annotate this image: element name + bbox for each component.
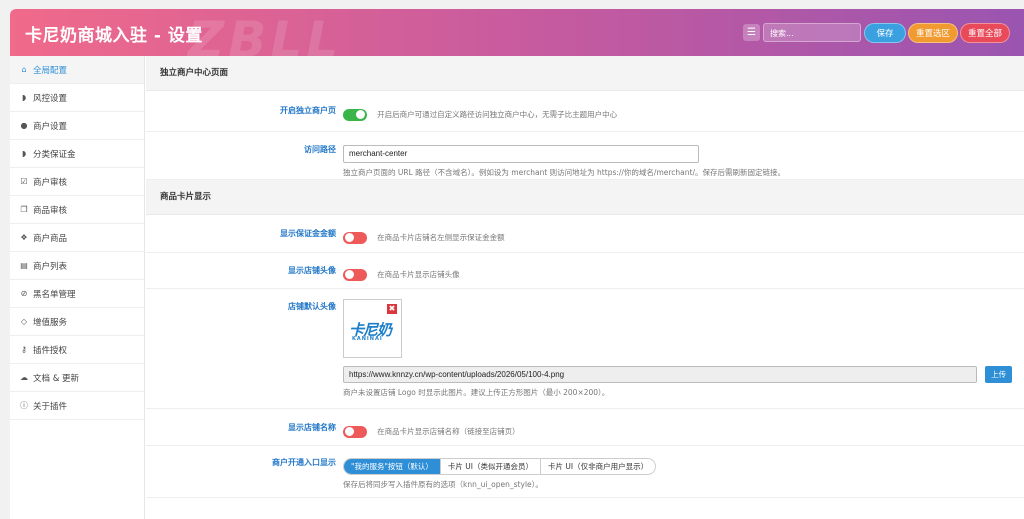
section-title: 独立商户中心页面: [146, 56, 1024, 91]
enable-merchant-page-toggle[interactable]: [343, 108, 367, 121]
shield-icon: ◗: [21, 149, 27, 158]
sidebar-item-label: 商品审核: [33, 205, 68, 216]
ban-icon: ⊘: [20, 289, 28, 298]
setting-label: 访问路径: [304, 145, 336, 154]
sidebar-item-category-deposit[interactable]: ◗ 分类保证金: [10, 140, 144, 168]
settings-content: 独立商户中心页面 开启独立商户页 开启后商户可通过自定义路径访问独立商户中心，无…: [146, 56, 1024, 519]
sidebar-item-global[interactable]: ⌂ 全局配置: [10, 56, 144, 84]
setting-label: 显示店铺名称: [288, 423, 336, 432]
setting-label: 商户开通入口显示: [272, 458, 336, 467]
show-deposit-toggle[interactable]: [343, 231, 367, 244]
key-icon: ⚷: [21, 345, 27, 354]
sidebar-item-label: 关于插件: [33, 401, 68, 412]
setting-row-enable-merchant-page: 开启独立商户页 开启后商户可通过自定义路径访问独立商户中心，无需子比主题用户中心: [146, 91, 1024, 132]
info-icon: ⓘ: [20, 401, 28, 410]
cloud-download-icon: ☁: [20, 373, 28, 382]
upload-button[interactable]: 上传: [985, 366, 1013, 383]
default-avatar-preview: 卡尼奶 KANINAI ✖: [343, 299, 402, 358]
sidebar-item-label: 风控设置: [33, 93, 68, 104]
setting-desc: 独立商户页面的 URL 路径（不含域名）。例如设为 merchant 则访问地址…: [343, 167, 785, 177]
settings-window: ZBLL 卡尼奶商城入驻 - 设置 ☰ 搜索... 保存 重置选区 重置全部 ⌂…: [10, 9, 1024, 519]
sidebar-item-docs[interactable]: ☁ 文档 & 更新: [10, 364, 144, 392]
sidebar-item-label: 插件授权: [33, 345, 68, 356]
setting-row-default-avatar: 店铺默认头像 卡尼奶 KANINAI ✖ 上传 商户未设置店铺 Logo 时显示…: [146, 289, 1024, 409]
home-icon: ⌂: [21, 65, 27, 74]
setting-desc: 商户未设置店铺 Logo 时显示此图片。建议上传正方形图片（最小 200×200…: [343, 388, 610, 397]
cubes-icon: ❖: [20, 233, 28, 242]
access-path-input[interactable]: [343, 144, 699, 163]
sidebar-item-label: 文档 & 更新: [33, 373, 80, 384]
setting-label: 显示店铺头像: [288, 266, 336, 275]
setting-row-entry-display: 商户开通入口显示 "我的服务"按钮（默认） 卡片 UI（类似开通会员） 卡片 U…: [146, 446, 1024, 498]
setting-desc: 保存后将同步写入插件原有的选项（knn_ui_open_style）。: [343, 480, 543, 489]
sidebar-item-merchant-settings[interactable]: ● 商户设置: [10, 112, 144, 140]
logo-subtext: KANINAI: [352, 336, 383, 342]
setting-desc: 在商品卡片店铺名左侧显示保证金金额: [377, 233, 505, 242]
sidebar-item-about[interactable]: ⓘ 关于插件: [10, 392, 144, 420]
sidebar-item-label: 商户列表: [33, 261, 68, 272]
list-icon[interactable]: ☰: [743, 24, 760, 41]
sidebar-item-merchant-products[interactable]: ❖ 商户商品: [10, 224, 144, 252]
header-bar: ZBLL 卡尼奶商城入驻 - 设置 ☰ 搜索... 保存 重置选区 重置全部: [10, 9, 1024, 69]
id-card-icon: ▤: [20, 261, 28, 270]
sidebar-item-label: 增值服务: [33, 317, 68, 328]
setting-row-access-path: 访问路径 独立商户页面的 URL 路径（不含域名）。例如设为 merchant …: [146, 132, 1024, 180]
entry-option-card-non-merchant[interactable]: 卡片 UI（仅非商户用户显示）: [541, 459, 656, 474]
sidebar-item-blacklist[interactable]: ⊘ 黑名单管理: [10, 280, 144, 308]
save-button[interactable]: 保存: [864, 23, 906, 43]
sidebar-item-label: 黑名单管理: [33, 289, 76, 300]
avatar-url-input[interactable]: [343, 366, 977, 383]
setting-label: 店铺默认头像: [288, 302, 336, 311]
setting-label: 显示保证金金额: [280, 229, 336, 238]
shield-icon: ◗: [21, 93, 27, 102]
show-avatar-toggle[interactable]: [343, 268, 367, 281]
setting-desc: 开启后商户可通过自定义路径访问独立商户中心，无需子比主题用户中心: [377, 110, 618, 119]
entry-style-segmented: "我的服务"按钮（默认） 卡片 UI（类似开通会员） 卡片 UI（仅非商户用户显…: [343, 458, 657, 475]
remove-image-icon[interactable]: ✖: [387, 304, 397, 314]
diamond-icon: ◇: [20, 317, 28, 326]
entry-option-default[interactable]: "我的服务"按钮（默认）: [344, 459, 441, 474]
sidebar-item-label: 商户审核: [33, 177, 68, 188]
users-icon: ●: [20, 121, 28, 130]
sidebar-item-label: 全局配置: [33, 65, 68, 76]
sidebar-item-merchant-review[interactable]: ☑ 商户审核: [10, 168, 144, 196]
sidebar-item-risk[interactable]: ◗ 风控设置: [10, 84, 144, 112]
sidebar-item-value-added[interactable]: ◇ 增值服务: [10, 308, 144, 336]
setting-desc: 在商品卡片显示店铺头像: [377, 270, 460, 279]
setting-label: 开启独立商户页: [280, 106, 336, 115]
setting-row-show-avatar: 显示店铺头像 在商品卡片显示店铺头像: [146, 253, 1024, 289]
sidebar-item-label: 分类保证金: [33, 149, 76, 160]
setting-row-show-deposit: 显示保证金金额 在商品卡片店铺名左侧显示保证金金额: [146, 215, 1024, 253]
sidebar-item-label: 商户商品: [33, 233, 68, 244]
section-title: 商品卡片显示: [146, 180, 1024, 215]
search-input[interactable]: 搜索...: [763, 23, 861, 42]
reset-section-button[interactable]: 重置选区: [908, 23, 958, 43]
sidebar-item-product-review[interactable]: ❐ 商品审核: [10, 196, 144, 224]
sidebar-item-label: 商户设置: [33, 121, 68, 132]
copy-icon: ❐: [20, 205, 28, 214]
sidebar-item-merchant-list[interactable]: ▤ 商户列表: [10, 252, 144, 280]
check-square-icon: ☑: [20, 177, 28, 186]
setting-row-show-shop-name: 显示店铺名称 在商品卡片显示店铺名称（链接至店铺页）: [146, 409, 1024, 446]
entry-option-card[interactable]: 卡片 UI（类似开通会员）: [440, 459, 541, 474]
sidebar: ⌂ 全局配置 ◗ 风控设置 ● 商户设置 ◗ 分类保证金 ☑ 商户审核 ❐ 商品审核 ❖ 商户…: [10, 56, 145, 519]
reset-all-button[interactable]: 重置全部: [960, 23, 1010, 43]
setting-desc: 在商品卡片显示店铺名称（链接至店铺页）: [377, 427, 520, 436]
page-title: 卡尼奶商城入驻 - 设置: [25, 26, 203, 46]
sidebar-item-license[interactable]: ⚷ 插件授权: [10, 336, 144, 364]
show-shop-name-toggle[interactable]: [343, 425, 367, 438]
